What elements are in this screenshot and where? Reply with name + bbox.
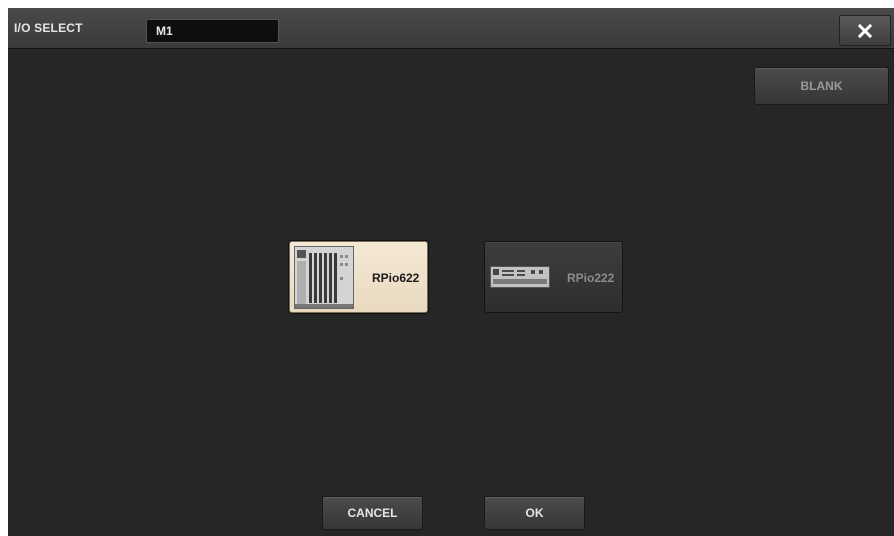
device-button-rpio622[interactable]: RPio622	[289, 241, 428, 313]
io-select-window: I/O SELECT M1 BLANK RPio622 RPio222 CANC…	[8, 8, 894, 536]
device-button-rpio222[interactable]: RPio222	[484, 241, 623, 313]
device-label: RPio222	[567, 271, 615, 285]
blank-button[interactable]: BLANK	[754, 67, 889, 105]
title-bar: I/O SELECT M1	[8, 8, 894, 49]
rpio622-rack-icon	[294, 246, 354, 309]
ok-button[interactable]: OK	[484, 496, 585, 530]
close-button[interactable]	[839, 15, 891, 46]
rpio222-rack-icon	[490, 266, 550, 288]
name-field[interactable]: M1	[146, 19, 279, 43]
window-title: I/O SELECT	[14, 21, 83, 35]
device-label: RPio622	[372, 271, 420, 285]
close-icon	[858, 23, 872, 38]
cancel-button[interactable]: CANCEL	[322, 496, 423, 530]
